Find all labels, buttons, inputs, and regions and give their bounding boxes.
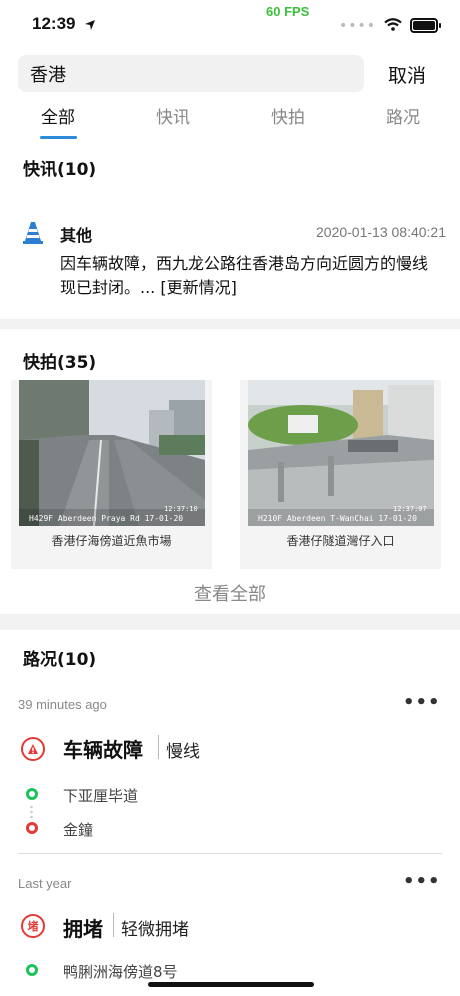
tab-bar: 全部 快讯 快拍 路况 [0, 98, 460, 138]
road-item-subtitle: 慢线 [166, 742, 200, 762]
section-divider [0, 319, 460, 329]
active-tab-indicator [40, 136, 77, 139]
news-item-body[interactable]: 因车辆故障，西九龙公路往香港岛方向近圆方的慢线现已封闭。... [更新情况] [60, 252, 440, 300]
road-item-title: 车辆故障 [63, 738, 143, 762]
search-input[interactable] [18, 55, 362, 92]
camera-card[interactable]: H210F Aberdeen T-WanChai 17-01-20 12:37:… [240, 380, 441, 569]
road-item-title: 拥堵 [63, 917, 103, 941]
news-section-title: 快讯(10) [23, 160, 97, 180]
title-separator [113, 913, 114, 937]
warning-icon [21, 737, 45, 761]
start-location-icon [26, 964, 38, 976]
view-all-button[interactable]: 查看全部 [0, 580, 460, 606]
route-dots-icon [30, 804, 33, 819]
location-arrow-icon [84, 16, 96, 35]
start-location: 鸭脷洲海傍道8号 [63, 963, 178, 981]
battery-icon [410, 18, 441, 33]
fps-counter: 60 FPS [266, 4, 310, 19]
road-section-title: 路况(10) [23, 650, 97, 670]
title-separator [158, 735, 159, 759]
camera-clock: 12:37:07 [393, 505, 427, 513]
camera-caption: 香港仔海傍道近魚市場 [51, 534, 172, 548]
news-timestamp: 2020-01-13 08:40:21 [316, 224, 446, 240]
wifi-icon [384, 16, 402, 35]
status-time: 12:39 [32, 14, 76, 33]
camera-caption: 香港仔隧道灣仔入口 [286, 534, 395, 548]
start-location: 下亚厘毕道 [63, 787, 139, 805]
status-bar: 12:39 60 FPS •••• [0, 0, 460, 46]
road-item-time: Last year [18, 876, 72, 891]
tab-photos[interactable]: 快拍 [248, 103, 328, 128]
camera-image: H210F Aberdeen T-WanChai 17-01-20 12:37:… [248, 380, 434, 526]
end-location: 金鐘 [63, 821, 94, 839]
camera-clock: 12:37:10 [164, 505, 198, 513]
more-options-button[interactable]: ••• [403, 692, 441, 713]
photos-section-title: 快拍(35) [23, 353, 97, 373]
camera-overlay-text: H210F Aberdeen T-WanChai 17-01-20 [258, 514, 417, 523]
road-item-subtitle: 轻微拥堵 [121, 920, 189, 940]
tab-road[interactable]: 路况 [363, 103, 443, 128]
more-options-button[interactable]: ••• [403, 871, 441, 892]
tab-all[interactable]: 全部 [18, 103, 98, 128]
congestion-icon: 堵 [21, 914, 45, 938]
search-bar [18, 55, 364, 92]
signal-dots-icon: •••• [338, 17, 376, 34]
camera-card[interactable]: H429F Aberdeen Praya Rd 17-01-20 12:37:1… [11, 380, 212, 569]
item-divider [18, 853, 442, 854]
end-location-icon [26, 822, 38, 834]
start-location-icon [26, 788, 38, 800]
home-indicator[interactable] [148, 982, 314, 987]
traffic-cone-icon [22, 221, 44, 249]
road-item-time: 39 minutes ago [18, 697, 107, 712]
news-category: 其他 [60, 226, 93, 245]
section-divider [0, 614, 460, 630]
tab-news[interactable]: 快讯 [133, 103, 213, 128]
camera-image: H429F Aberdeen Praya Rd 17-01-20 12:37:1… [19, 380, 205, 526]
camera-overlay-text: H429F Aberdeen Praya Rd 17-01-20 [29, 514, 183, 523]
cancel-button[interactable]: 取消 [388, 61, 426, 88]
